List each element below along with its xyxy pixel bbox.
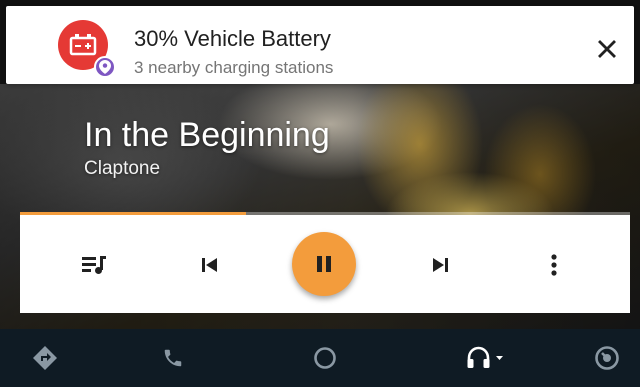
track-title: In the Beginning: [84, 116, 330, 154]
notification-card[interactable]: 30% Vehicle Battery 3 nearby charging st…: [6, 6, 634, 84]
phone-icon[interactable]: [156, 329, 190, 387]
navigation-icon[interactable]: [28, 329, 62, 387]
skip-previous-icon[interactable]: [196, 252, 224, 278]
notification-title: 30% Vehicle Battery: [134, 26, 331, 51]
pause-button[interactable]: [292, 232, 356, 296]
location-pin-icon: [94, 56, 116, 78]
home-icon[interactable]: [308, 329, 342, 387]
close-icon[interactable]: [594, 36, 620, 62]
android-auto-screen: 30% Vehicle Battery 3 nearby charging st…: [0, 0, 640, 387]
track-artist: Claptone: [84, 158, 161, 179]
notification-subtitle: 3 nearby charging stations: [134, 58, 334, 77]
bottom-nav-bar: [0, 329, 640, 387]
queue-music-icon[interactable]: [80, 252, 110, 278]
skip-next-icon[interactable]: [426, 252, 454, 278]
pause-icon: [317, 256, 331, 272]
headphones-icon[interactable]: [462, 329, 510, 387]
more-vert-icon[interactable]: [542, 250, 566, 280]
exit-icon[interactable]: [590, 329, 624, 387]
notification-icon: [58, 20, 118, 80]
